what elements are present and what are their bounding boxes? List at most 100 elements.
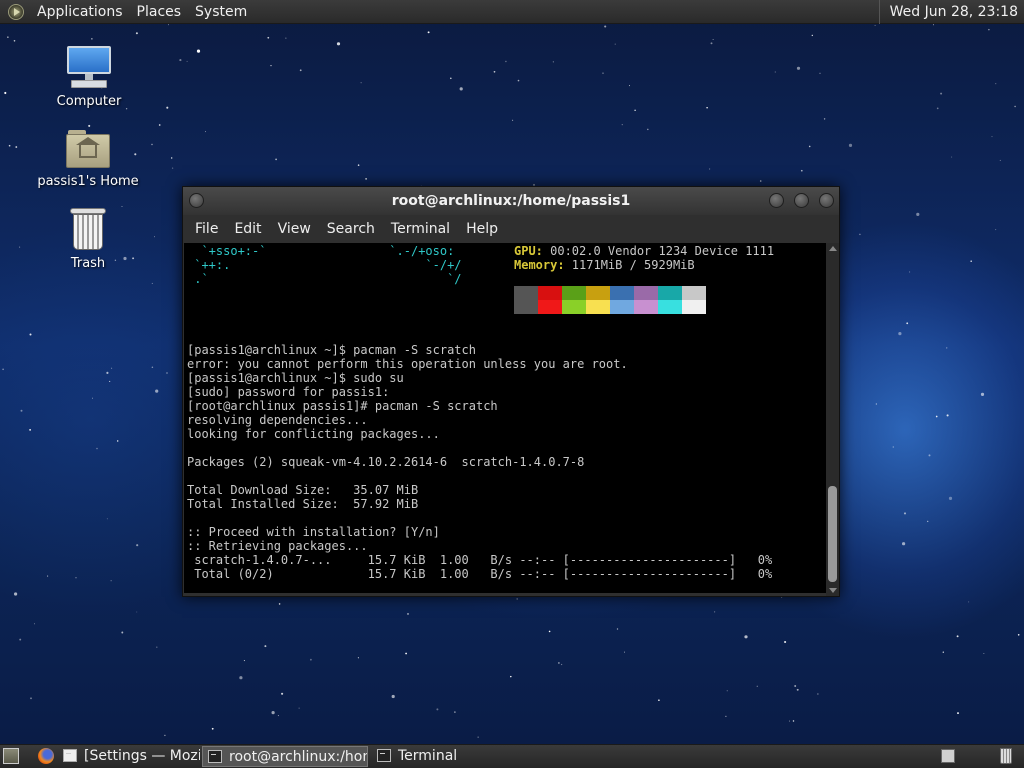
- star: [47, 575, 49, 577]
- star: [151, 366, 154, 368]
- system-menu[interactable]: System: [188, 0, 254, 24]
- star: [510, 675, 512, 678]
- color-swatch: [514, 286, 538, 314]
- terminal-line: Packages (2) squeak-vm-4.10.2.2614-6 scr…: [187, 455, 585, 469]
- star: [281, 692, 284, 695]
- star: [628, 85, 631, 87]
- task-label: [Settings — Mozilla Fi...: [84, 748, 200, 764]
- show-desktop-icon[interactable]: [3, 748, 19, 764]
- star: [19, 246, 21, 248]
- star: [88, 124, 91, 127]
- main-menu-logo-icon[interactable]: [8, 3, 24, 20]
- star: [956, 635, 959, 638]
- terminal-menubar: File Edit View Search Terminal Help: [183, 215, 839, 243]
- close-button[interactable]: [819, 193, 834, 208]
- star: [365, 178, 367, 180]
- star: [270, 65, 272, 67]
- scrollbar-thumb[interactable]: [828, 486, 837, 582]
- star: [111, 367, 113, 369]
- star: [859, 233, 861, 236]
- star: [156, 646, 158, 648]
- menu-file[interactable]: File: [187, 215, 226, 243]
- star: [155, 389, 159, 393]
- star: [299, 69, 302, 72]
- star: [2, 368, 4, 371]
- star: [945, 347, 948, 349]
- desktop-icon-home[interactable]: passis1's Home: [33, 128, 143, 189]
- star: [13, 40, 16, 42]
- window-icon: [63, 749, 77, 762]
- star: [942, 651, 944, 653]
- scroll-down-icon[interactable]: [829, 588, 837, 593]
- desktop-icon-computer[interactable]: Computer: [34, 44, 144, 109]
- star: [726, 690, 728, 692]
- star: [151, 282, 153, 284]
- menu-search[interactable]: Search: [319, 215, 383, 243]
- sysinfo-key: GPU:: [514, 244, 543, 258]
- clock[interactable]: Wed Jun 28, 23:18: [878, 0, 1024, 24]
- star: [405, 652, 407, 655]
- menu-view[interactable]: View: [270, 215, 319, 243]
- star: [935, 415, 938, 418]
- window-titlebar[interactable]: root@archlinux:/home/passis1: [183, 187, 839, 215]
- desktop-icon-trash[interactable]: Trash: [33, 206, 143, 271]
- applications-menu[interactable]: Applications: [30, 0, 130, 24]
- task-label: root@archlinux:/hom...: [229, 749, 367, 765]
- star: [951, 156, 953, 158]
- star: [267, 36, 270, 39]
- star: [983, 653, 985, 654]
- star: [271, 711, 275, 715]
- star: [970, 260, 972, 262]
- logo-line: `++:. `-/+/: [187, 258, 462, 272]
- star: [357, 164, 360, 166]
- menu-terminal[interactable]: Terminal: [383, 215, 458, 243]
- workspace-switcher[interactable]: [941, 749, 955, 763]
- star: [29, 429, 31, 431]
- window-menu-icon[interactable]: [189, 193, 204, 208]
- star: [516, 598, 518, 600]
- star: [808, 145, 811, 148]
- color-swatch: [538, 286, 562, 314]
- star: [957, 712, 959, 715]
- star: [898, 332, 902, 336]
- star: [709, 168, 711, 170]
- terminal-scrollbar[interactable]: [826, 243, 839, 596]
- star: [166, 106, 169, 109]
- star: [454, 711, 456, 713]
- star: [154, 236, 155, 238]
- star: [796, 66, 801, 70]
- terminal-output[interactable]: `+sso+:-` `.-/+oso: `++:. `-/+/ .` `/ GP…: [184, 243, 826, 593]
- trash-applet-icon[interactable]: [1000, 748, 1012, 764]
- star: [713, 611, 716, 613]
- menu-edit[interactable]: Edit: [226, 215, 269, 243]
- star: [106, 518, 108, 520]
- desktop-icon-label: Computer: [56, 94, 122, 109]
- task-terminal-root[interactable]: root@archlinux:/hom...: [202, 746, 368, 767]
- star: [436, 708, 439, 711]
- desktop-icon-label: Trash: [70, 256, 106, 271]
- star: [186, 60, 188, 62]
- star: [243, 660, 245, 662]
- star: [407, 612, 409, 615]
- places-menu[interactable]: Places: [130, 0, 189, 24]
- star: [117, 440, 119, 442]
- maximize-button[interactable]: [794, 193, 809, 208]
- star: [91, 38, 93, 40]
- star: [275, 158, 277, 161]
- minimize-button[interactable]: [769, 193, 784, 208]
- star: [902, 542, 906, 546]
- star: [892, 446, 894, 448]
- star: [999, 159, 1001, 161]
- firefox-icon[interactable]: [38, 748, 54, 764]
- task-firefox[interactable]: [Settings — Mozilla Fi...: [58, 746, 200, 767]
- star: [800, 169, 803, 172]
- star: [1014, 105, 1016, 108]
- task-terminal[interactable]: Terminal: [372, 746, 532, 767]
- star: [614, 43, 616, 45]
- terminal-line: [passis1@archlinux ~]$ pacman -S scratch: [187, 343, 476, 357]
- star: [968, 601, 970, 603]
- menu-help[interactable]: Help: [458, 215, 506, 243]
- terminal-icon: [377, 749, 391, 762]
- scroll-up-icon[interactable]: [829, 246, 837, 251]
- terminal-line: error: you cannot perform this operation…: [187, 357, 628, 371]
